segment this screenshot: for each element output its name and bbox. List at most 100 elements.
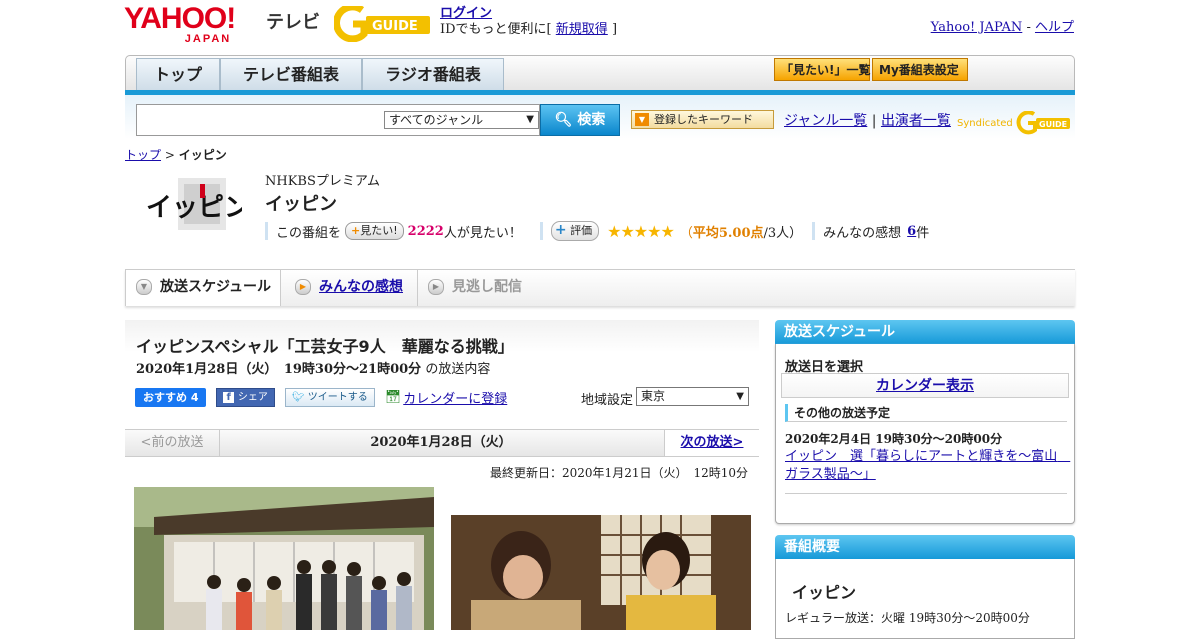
breadcrumb-home[interactable]: トップ [125,148,161,162]
program-stats: この番組を +見たい! 2222 人が見たい！ + 評価 ★★★★★ （ 平均5… [265,221,929,241]
calendar-add-icon: 📅︎ [384,389,402,405]
next-broadcast-button[interactable]: 次の放送> [664,430,759,456]
sidebar-schedule-heading: 放送スケジュール [775,320,1075,344]
performer-list-link[interactable]: 出演者一覧 [881,113,951,129]
header-links: Yahoo! JAPAN - ヘルプ [931,16,1074,35]
mitai-suffix: 人が見たい！ [443,225,522,241]
twitter-bird-icon: 🐦︎ [291,391,305,403]
rate-button[interactable]: + 評価 [550,221,600,241]
gguide-small-logo: GUIDE [1016,110,1070,135]
tweet-label: ツイートする [307,391,368,403]
search-icon: 🔍︎ [554,112,573,128]
calendar-display-link[interactable]: カレンダー表示 [876,378,974,394]
mitai-list-button[interactable]: 「見たい!」一覧 [774,58,870,81]
divider-bar [265,222,268,240]
play-arrow-icon: ▶ [428,279,444,295]
program-logo-text: イッピン [146,193,242,223]
yahoo-japan-link[interactable]: Yahoo! JAPAN [931,20,1023,35]
episode-datetime: 2020年1月28日（火） 19時30分～21時00分 [136,362,422,377]
program-logo: イッピン [146,178,242,230]
prev-broadcast-button: <前の放送 [125,430,220,456]
facebook-recommend-button[interactable]: おすすめ 4 [135,387,207,407]
play-arrow-icon: ▶ [295,279,311,295]
divider-bar [812,222,816,240]
syndicated-gguide-badge: Syndicated GUIDE [957,110,1072,135]
breadcrumb: トップ > イッピン [125,146,227,163]
calendar-display-button[interactable]: カレンダー表示 [781,373,1069,398]
breadcrumb-separator: > [164,148,175,162]
service-name[interactable]: テレビ [266,8,320,34]
tab-broadcast-schedule[interactable]: ▼ 放送スケジュール [125,270,281,306]
breadcrumb-current: イッピン [178,148,227,162]
reviews-count-link[interactable]: 6 [907,224,916,239]
facebook-share-label: シェア [237,391,268,403]
next-broadcast-link[interactable]: 次の放送> [681,435,744,450]
my-schedule-settings-button[interactable]: My番組表設定 [872,58,968,81]
tab-reviews[interactable]: ▶ みんなの感想 [283,270,403,306]
divider [785,493,1067,494]
tab-streaming-label: 見逃し配信 [452,279,522,295]
sidebar-schedule-box: 放送日を選択 カレンダー表示 その他の放送予定 2020年2月4日 19時30分… [775,344,1075,524]
episode-datetime-suffix: の放送内容 [425,362,491,377]
last-updated: 最終更新日：2020年1月21日（火） 12時10分 [490,466,748,480]
region-label: 地域設定 [581,393,634,408]
chevron-down-icon: ▼ [736,391,744,402]
registered-keywords-button[interactable]: ▼ 登録したキーワード [631,110,774,129]
genre-list-link[interactable]: ジャンル一覧 [784,113,867,129]
genre-select[interactable]: すべてのジャンル ▼ [384,111,539,129]
nav-tab-tv-schedule[interactable]: テレビ番組表 [220,58,362,90]
registered-keywords-label: 登録したキーワード [654,113,753,126]
rating-average: 平均5.00点 [692,225,764,241]
login-prompt-end: ] [611,22,618,37]
mitai-button[interactable]: +見たい! [345,222,404,240]
search-button[interactable]: 🔍︎ 検索 [540,104,620,136]
nav-tab-radio-schedule[interactable]: ラジオ番組表 [362,58,504,90]
divider-bar [539,222,543,240]
tab-reviews-label[interactable]: みんなの感想 [319,279,403,295]
program-tabs: ▼ 放送スケジュール ▶ みんなの感想 ▶ 見逃し配信 [125,269,1075,306]
rating-open-paren: （ [679,225,693,241]
help-link[interactable]: ヘルプ [1035,20,1074,35]
episode-datetime-line: 2020年1月28日（火） 19時30分～21時00分 の放送内容 [136,358,490,377]
calendar-register-link[interactable]: カレンダーに登録 [403,388,507,407]
region-select-value: 東京 [641,389,666,403]
facebook-icon: f [223,391,234,403]
episode-title: イッピンスペシャル「工芸女子9人 華麗なる挑戦」 [136,337,514,356]
episode-photo-workshop [451,515,751,630]
triangle-down-icon: ▼ [635,113,649,126]
program-title: イッピン [265,194,337,215]
mitai-prefix: この番組を [276,225,342,241]
chevron-down-icon: ▼ [526,114,534,125]
tweet-button[interactable]: 🐦︎ ツイートする [284,387,375,407]
other-broadcasts-heading: その他の放送予定 [785,404,1067,422]
episode-photo-group [134,487,434,630]
reviews-label: みんなの感想 [823,225,902,241]
chevron-down-icon: ▼ [136,279,152,295]
sidebar-overview-box: イッピン レギュラー放送：火曜 19時30分～20時00分 [775,559,1075,639]
date-navigation: <前の放送 2020年1月28日（火） 次の放送> [125,429,759,457]
svg-text:GUIDE: GUIDE [372,19,418,34]
search-links: ジャンル一覧 | 出演者一覧 [784,110,951,130]
genre-select-value: すべてのジャンル [389,113,484,127]
gguide-logo: GUIDE [334,6,430,42]
svg-text:GUIDE: GUIDE [1039,120,1067,129]
facebook-share-button[interactable]: f シェア [216,387,275,407]
regular-broadcast: レギュラー放送：火曜 19時30分～20時00分 [785,611,1030,625]
mitai-count: 2222 [407,223,444,239]
login-box: ログイン IDでもっと便利に[ 新規取得 ] [440,6,617,38]
login-prompt: IDでもっと便利に[ [440,22,552,37]
nav-tab-top[interactable]: トップ [136,58,220,90]
tab-broadcast-label: 放送スケジュール [160,279,272,295]
plus-icon: + [554,222,567,238]
signup-link[interactable]: 新規取得 [556,22,608,37]
header-link-separator: - [1026,20,1031,35]
other-broadcast-link[interactable]: イッピン 選「暮らしにアートと輝きを～富山 ガラス製品～」 [785,449,1070,482]
yahoo-japan-logo[interactable]: YAHOO! JAPAN [124,4,236,45]
mitai-button-label: 見たい! [360,224,398,237]
syndicated-label: Syndicated [957,118,1013,129]
rating-count: /3人） [763,225,803,241]
search-button-label: 検索 [577,112,606,128]
overview-title: イッピン [792,583,857,602]
login-link[interactable]: ログイン [440,6,492,21]
region-select[interactable]: 東京 ▼ [636,387,749,406]
